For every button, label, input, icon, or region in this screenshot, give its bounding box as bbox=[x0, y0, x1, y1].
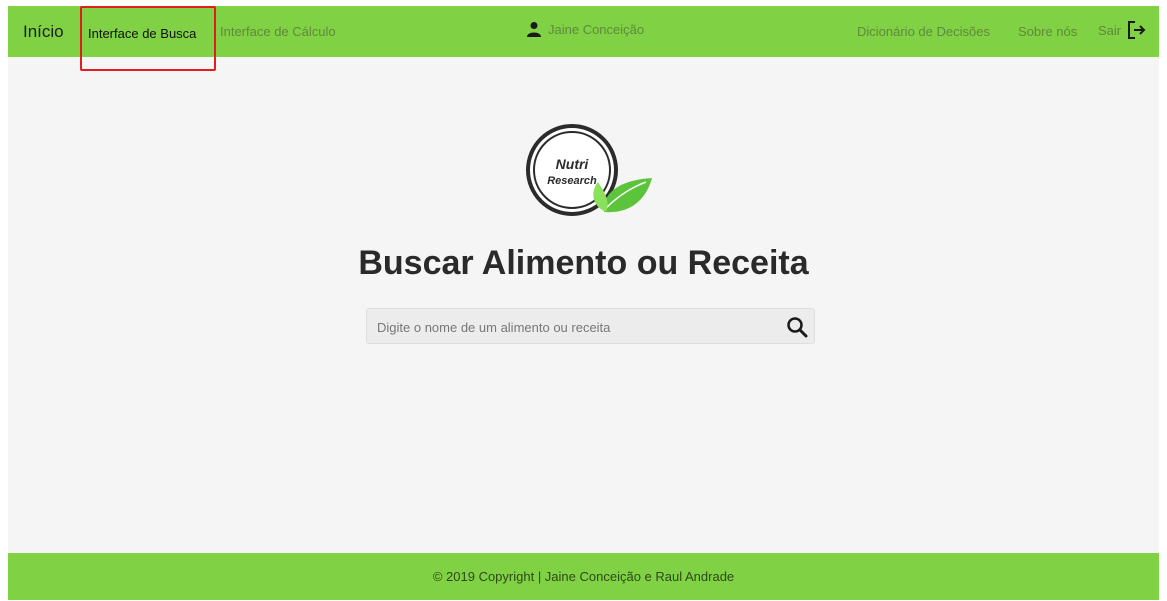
nav-about-link[interactable]: Sobre nós bbox=[1018, 24, 1077, 39]
page-frame: Início Interface de Busca Interface de C… bbox=[8, 6, 1159, 600]
page-title: Buscar Alimento ou Receita bbox=[358, 244, 809, 282]
nav-search-interface-link[interactable]: Interface de Busca bbox=[80, 6, 216, 71]
svg-text:Research: Research bbox=[547, 175, 597, 187]
user-name: Jaine Conceição bbox=[548, 21, 645, 37]
user-icon bbox=[527, 22, 541, 37]
user-info[interactable]: Jaine Conceição bbox=[526, 21, 644, 37]
nav-dictionary-link[interactable]: Dicionário de Decisões bbox=[857, 24, 990, 39]
exit-label: Sair bbox=[1098, 22, 1122, 38]
footer-copyright: © 2019 Copyright | Jaine Conceição e Rau… bbox=[432, 569, 735, 584]
nav-search-interface-label: Interface de Busca bbox=[88, 26, 197, 41]
svg-text:Nutri: Nutri bbox=[556, 156, 590, 172]
navbar: Início Interface de Busca Interface de C… bbox=[8, 6, 1159, 71]
nav-calc-interface-link[interactable]: Interface de Cálculo bbox=[220, 24, 336, 39]
exit-button[interactable]: Sair bbox=[1098, 20, 1147, 40]
logout-icon bbox=[1128, 21, 1146, 39]
search-icon[interactable] bbox=[786, 316, 808, 338]
nav-home-link[interactable]: Início bbox=[23, 22, 64, 42]
search-input[interactable] bbox=[375, 309, 779, 345]
search-bar bbox=[366, 308, 815, 345]
footer: © 2019 Copyright | Jaine Conceição e Rau… bbox=[8, 553, 1159, 600]
nutri-research-logo: Nutri Research bbox=[526, 122, 656, 222]
